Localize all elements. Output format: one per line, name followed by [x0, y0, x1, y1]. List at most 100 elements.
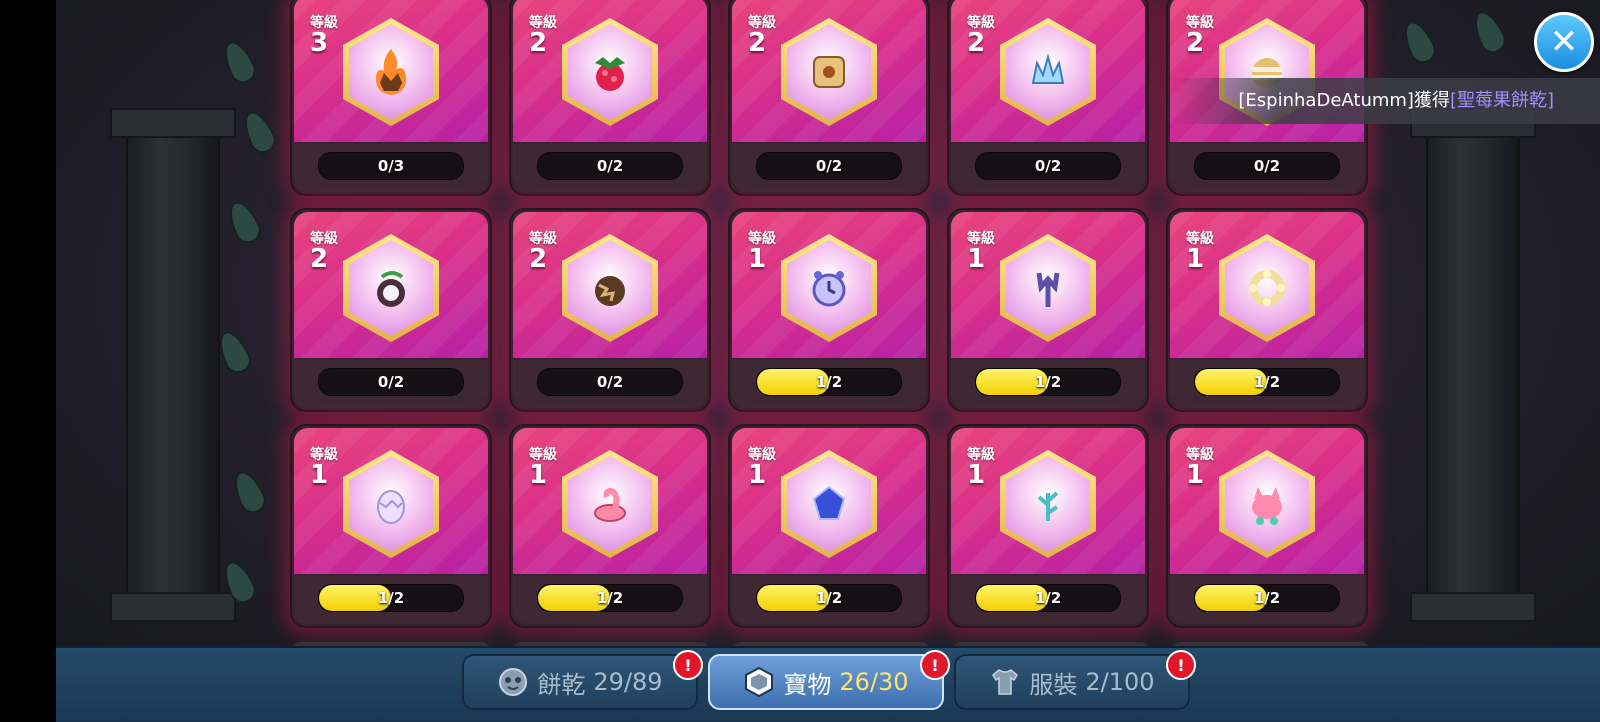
treasure-card-art: 等級 2: [513, 0, 707, 142]
tab-treasures[interactable]: 寶物 26/30: [708, 654, 944, 710]
treasure-card-footer: 1/2: [513, 576, 707, 624]
treasure-badge: [1000, 234, 1096, 342]
treasure-card[interactable]: 等級 1 1/2: [1166, 424, 1368, 628]
treasure-card-footer: 1/2: [951, 576, 1145, 624]
tab-cookies-count: 29/89: [593, 668, 663, 696]
treasure-card[interactable]: 等級 1 1/2: [947, 208, 1149, 412]
level-value: 1: [748, 244, 767, 274]
tab-costumes-label: 服裝: [1029, 670, 1078, 699]
shard-progress-bar: 1/2: [975, 584, 1121, 612]
ivy-leaf: [237, 106, 281, 158]
shard-progress-bar: 1/2: [975, 368, 1121, 396]
shard-progress-bar: 0/2: [1194, 152, 1340, 180]
treasures-alert-badge: !: [920, 650, 950, 680]
flamingo-float-icon: [594, 487, 626, 522]
treasure-card-art: 等級 1: [951, 428, 1145, 574]
progress-text: 0/2: [596, 157, 624, 175]
acquisition-notice: [EspinhaDeAtumm]獲得[聖莓果餅乾]: [1170, 78, 1600, 124]
treasure-card[interactable]: 等級 2 0/2: [947, 0, 1149, 196]
level-value: 2: [967, 28, 986, 58]
treasure-card[interactable]: 等級 1 1/2: [947, 424, 1149, 628]
treasure-badge: [343, 450, 439, 558]
close-button[interactable]: ✕: [1534, 12, 1594, 72]
treasure-card-footer: 1/2: [732, 360, 926, 408]
close-icon: ✕: [1549, 22, 1579, 62]
level-value: 1: [529, 460, 548, 490]
treasure-card-art: 等級 2: [294, 212, 488, 358]
alert-mark: !: [931, 655, 939, 675]
tab-cookies-label: 餅乾: [537, 670, 586, 699]
treasure-card[interactable]: 等級 1 1/2: [728, 208, 930, 412]
progress-text: 1/2: [815, 373, 843, 391]
shard-progress-bar: 0/2: [975, 152, 1121, 180]
treasure-card-footer: 0/2: [732, 144, 926, 192]
cracked-nut-icon: [595, 276, 625, 306]
treasure-card[interactable]: 等級 3 0/3: [290, 0, 492, 196]
cookie-face-icon: [497, 666, 529, 698]
dark-bomb-icon: [377, 271, 405, 307]
treasure-card[interactable]: 等級 1 1/2: [1166, 208, 1368, 412]
tab-costumes[interactable]: 服裝 2/100: [954, 654, 1190, 710]
treasure-card[interactable]: 等級 1 1/2: [728, 424, 930, 628]
progress-text: 1/2: [596, 589, 624, 607]
alert-mark: !: [684, 655, 692, 675]
level-value: 2: [529, 28, 548, 58]
shard-progress-bar: 1/2: [318, 584, 464, 612]
treasure-card[interactable]: 等級 1 1/2: [290, 424, 492, 628]
costume-shirt-icon: [989, 666, 1021, 698]
costumes-alert-badge: !: [1166, 650, 1196, 680]
progress-text: 0/2: [1034, 157, 1062, 175]
treasure-card-footer: 0/3: [294, 144, 488, 192]
treasure-card[interactable]: 等級 2 0/2: [290, 208, 492, 412]
level-value: 1: [1186, 460, 1205, 490]
trident-icon: [1036, 272, 1060, 307]
level-value: 3: [310, 28, 329, 58]
level-value: 1: [748, 460, 767, 490]
notice-action: 獲得: [1413, 90, 1450, 111]
tab-costumes-count: 2/100: [1085, 668, 1155, 696]
treasure-hex-icon: [743, 666, 775, 698]
level-value: 1: [310, 460, 329, 490]
shard-progress-bar: 0/2: [756, 152, 902, 180]
cookies-alert-badge: !: [673, 650, 703, 680]
blue-gem-icon: [812, 485, 846, 520]
shard-progress-bar: 0/2: [537, 152, 683, 180]
level-value: 1: [967, 244, 986, 274]
treasure-card-art: 等級 1: [513, 428, 707, 574]
notice-player: [EspinhaDeAtumm]: [1238, 90, 1414, 111]
dragon-egg-icon: [377, 490, 405, 524]
tab-cookies[interactable]: 餅乾 29/89: [462, 654, 698, 710]
treasure-card[interactable]: 等級 1 1/2: [509, 424, 711, 628]
treasure-card-art: 等級 1: [294, 428, 488, 574]
level-value: 2: [310, 244, 329, 274]
treasure-card-art: 等級 2: [732, 0, 926, 142]
treasure-card-art: 等級 1: [1170, 428, 1364, 574]
ivy-leaf: [1467, 6, 1511, 58]
alarm-clock-icon: [812, 271, 846, 307]
treasure-card[interactable]: 等級 2 0/2: [728, 0, 930, 196]
left-pillar: [110, 108, 236, 622]
treasure-badge: [1000, 450, 1096, 558]
treasure-badge: [1000, 18, 1096, 126]
progress-text: 0/2: [377, 373, 405, 391]
shard-progress-bar: 0/2: [318, 368, 464, 396]
jelly-cat-icon: [1252, 487, 1282, 525]
treasure-card[interactable]: 等級 2 0/2: [509, 0, 711, 196]
treasure-card-art: 等級 1: [951, 212, 1145, 358]
treasure-card-art: 等級 1: [1170, 212, 1364, 358]
progress-text: 1/2: [377, 589, 405, 607]
level-value: 1: [967, 460, 986, 490]
treasure-card-footer: 0/2: [1170, 144, 1364, 192]
progress-text: 1/2: [1253, 589, 1281, 607]
shard-progress-bar: 1/2: [1194, 368, 1340, 396]
treasure-badge: [343, 234, 439, 342]
treasure-badge: [1219, 450, 1315, 558]
ivy-leaf: [222, 196, 266, 248]
treasure-card[interactable]: 等級 2 0/2: [509, 208, 711, 412]
raspberry-icon: [595, 57, 625, 91]
treasure-badge: [781, 234, 877, 342]
treasure-badge: [343, 18, 439, 126]
level-value: 1: [1186, 244, 1205, 274]
progress-text: 0/3: [377, 157, 405, 175]
treasure-badge: [781, 450, 877, 558]
